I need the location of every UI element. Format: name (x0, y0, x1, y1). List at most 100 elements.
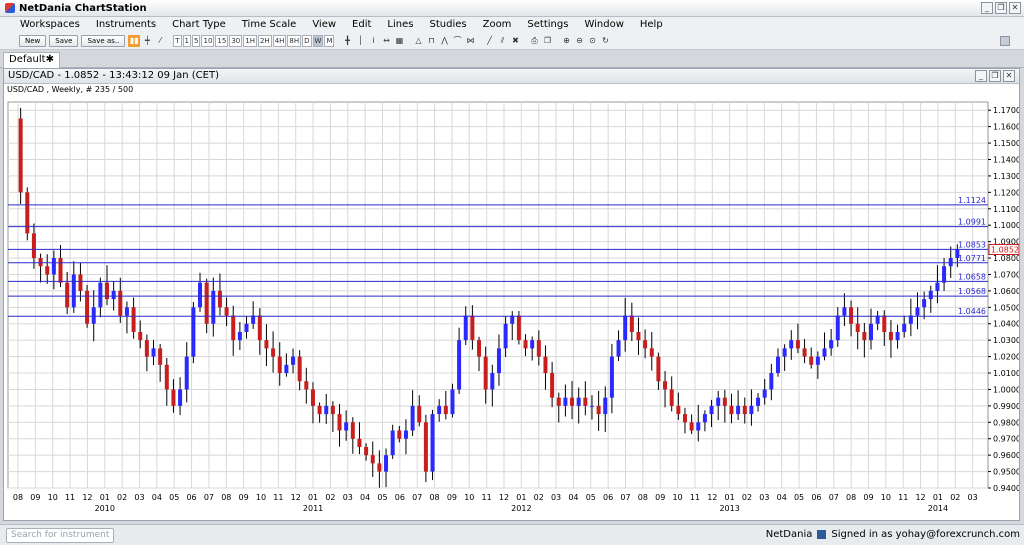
x-tick-label: 03 (134, 493, 144, 502)
x-tick-label: 05 (169, 493, 179, 502)
timeframe-10[interactable]: 10 (201, 35, 215, 47)
arc-icon[interactable]: ⌒ (451, 35, 463, 47)
candle-body (643, 340, 648, 349)
x-tick-label: 12 (707, 493, 717, 502)
line-chart-icon[interactable]: ⁄ (154, 35, 166, 47)
candle-body (171, 389, 176, 406)
menu-window[interactable]: Window (576, 18, 631, 32)
save-as-button[interactable]: Save as.. (81, 35, 126, 47)
x-tick-label: 04 (360, 493, 370, 502)
timeframe-1h[interactable]: 1H (243, 35, 257, 47)
fib-icon[interactable]: ⊓ (425, 35, 437, 47)
fan-icon[interactable]: ⋀ (438, 35, 450, 47)
save-button[interactable]: Save (49, 35, 79, 47)
vertical-line-icon[interactable]: │ (354, 35, 366, 47)
menu-zoom[interactable]: Zoom (475, 18, 520, 32)
workspace-tabbar: Default ✱ (0, 50, 1024, 68)
zoom-out-icon[interactable]: ⊖ (573, 35, 585, 47)
candle-body (364, 446, 369, 456)
x-tick-label: 09 (447, 493, 457, 502)
menu-lines[interactable]: Lines (379, 18, 421, 32)
refresh-icon[interactable]: ↻ (599, 35, 611, 47)
chart-minimize-button[interactable]: _ (975, 70, 987, 82)
grid-icon[interactable]: ▦ (393, 35, 405, 47)
menu-studies[interactable]: Studies (421, 18, 474, 32)
x-tick-label: 04 (152, 493, 162, 502)
timeframe-t[interactable]: T (173, 35, 182, 47)
candle-body (271, 348, 276, 357)
candle-body (284, 364, 289, 374)
parallel-lines-icon[interactable]: ⫽ (496, 35, 508, 47)
year-label: 2012 (511, 504, 531, 513)
candle-body (729, 405, 734, 415)
menu-help[interactable]: Help (632, 18, 671, 32)
close-button[interactable]: ✕ (1009, 2, 1021, 14)
candle-body (237, 331, 242, 341)
crosshair-icon[interactable]: ╋ (341, 35, 353, 47)
candle-body (736, 405, 741, 415)
chart-maximize-button[interactable]: ❐ (989, 70, 1001, 82)
chart-subheader: USD/CAD , Weekly, # 235 / 500 (7, 85, 134, 94)
x-tick-label: 06 (603, 493, 613, 502)
panel-toggle-button[interactable] (1000, 36, 1010, 46)
zoom-in-icon[interactable]: ⊕ (560, 35, 572, 47)
search-input[interactable]: Search for instrument (6, 528, 114, 543)
info-icon[interactable]: i (367, 35, 379, 47)
menu-edit[interactable]: Edit (344, 18, 379, 32)
candle-body (649, 348, 654, 357)
menu-instruments[interactable]: Instruments (88, 18, 164, 32)
candle-body (689, 422, 694, 431)
price-chart[interactable]: 08 09 10 11 12 01 02 03 04 05 06 07 08 09 10 11 12 01 02 03… (4, 96, 1019, 520)
arrows-icon[interactable]: ↔ (380, 35, 392, 47)
candlestick-icon[interactable]: ┿ (141, 35, 153, 47)
candle-body (477, 340, 482, 357)
y-tick-label: 0.9400 (993, 484, 1019, 493)
candle-body (682, 414, 687, 423)
maximize-button[interactable]: ❐ (995, 2, 1007, 14)
menu-workspaces[interactable]: Workspaces (12, 18, 88, 32)
timeframe-15[interactable]: 15 (215, 35, 229, 47)
timeframe-w[interactable]: W (312, 35, 324, 47)
candle-body (151, 348, 156, 357)
y-tick-label: 1.1200 (993, 188, 1019, 197)
zoom-reset-icon[interactable]: ⊙ (586, 35, 598, 47)
trendline-icon[interactable]: ╱ (483, 35, 495, 47)
timeframe-5[interactable]: 5 (192, 35, 201, 47)
timeframe-8h[interactable]: 8H (287, 35, 302, 47)
x-tick-label: 04 (568, 493, 578, 502)
gann-icon[interactable]: ⋈ (464, 35, 476, 47)
tab-label: Default (9, 54, 46, 65)
x-tick-label: 09 (863, 493, 873, 502)
candle-body (310, 389, 315, 406)
copy-icon[interactable]: ❐ (541, 35, 553, 47)
chart-close-button[interactable]: ✕ (1003, 70, 1015, 82)
x-tick-label: 09 (655, 493, 665, 502)
timeframe-4h[interactable]: 4H (272, 35, 287, 47)
candle-body (430, 414, 435, 472)
candle-body (862, 331, 867, 341)
new-button[interactable]: New (19, 35, 47, 47)
triangle-icon[interactable]: △ (412, 35, 424, 47)
candle-body (782, 348, 787, 357)
tab-close-icon[interactable]: ✱ (46, 53, 54, 67)
candle-body (503, 323, 508, 349)
timeframe-m[interactable]: M (324, 35, 335, 47)
y-tick-label: 1.1100 (993, 205, 1019, 214)
minimize-button[interactable]: _ (981, 2, 993, 14)
print-icon[interactable]: ⎙ (528, 35, 540, 47)
delete-lines-icon[interactable]: ✖ (509, 35, 521, 47)
y-tick-label: 1.0100 (993, 369, 1019, 378)
menu-chart-type[interactable]: Chart Type (164, 18, 234, 32)
menu-view[interactable]: View (304, 18, 344, 32)
tab-default[interactable]: Default ✱ (3, 52, 60, 68)
candle-body (350, 422, 355, 439)
y-tick-label: 0.9600 (993, 451, 1019, 460)
y-tick-label: 1.1500 (993, 139, 1019, 148)
timeframe-30[interactable]: 30 (229, 35, 243, 47)
timeframe-d[interactable]: D (302, 35, 312, 47)
bar-chart-icon[interactable]: ▮▮ (128, 35, 141, 47)
timeframe-1[interactable]: 1 (182, 35, 192, 47)
menu-settings[interactable]: Settings (519, 18, 576, 32)
menu-time-scale[interactable]: Time Scale (234, 18, 305, 32)
timeframe-2h[interactable]: 2H (257, 35, 272, 47)
